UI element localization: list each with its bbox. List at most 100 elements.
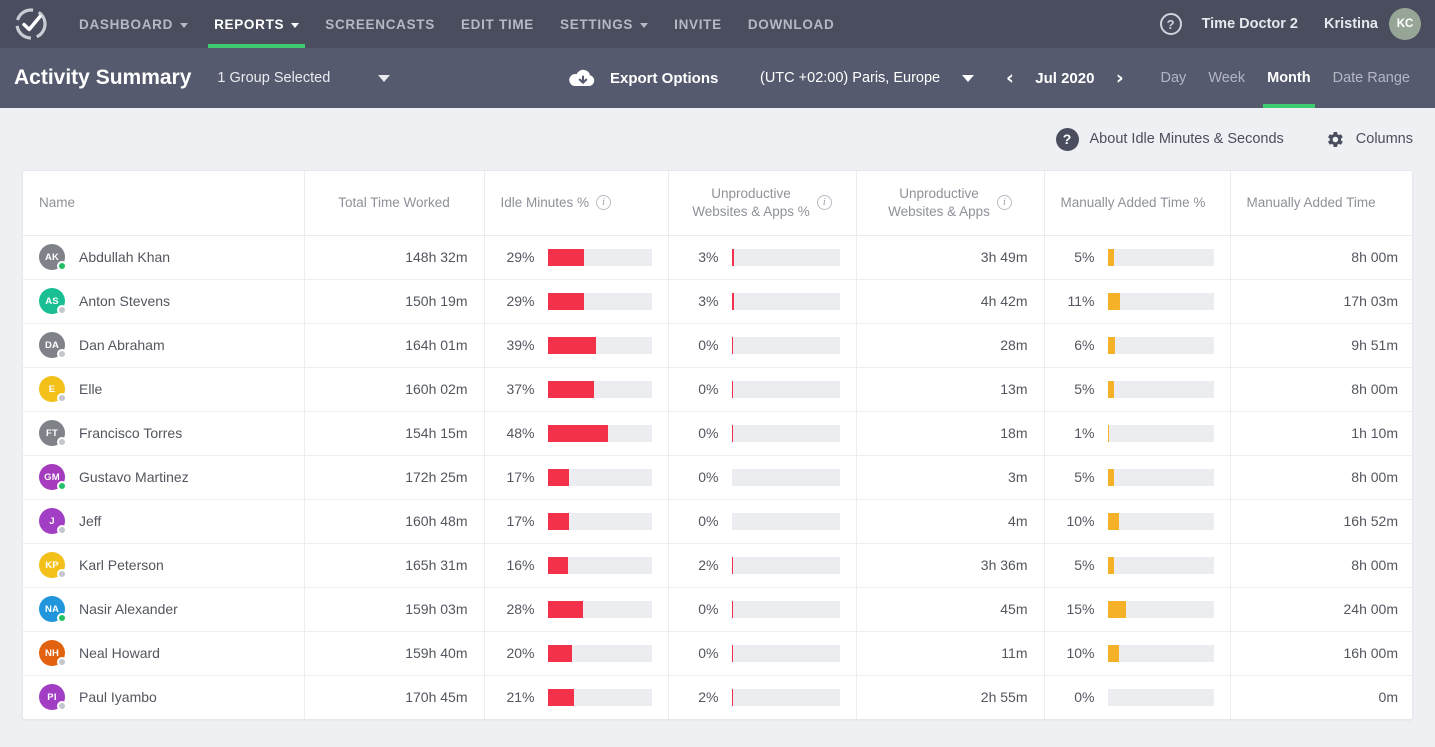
table-row[interactable]: PI Paul Iyambo 170h 45m 21% 2% 2h 55m — [23, 675, 1413, 719]
user-name-label[interactable]: Kristina — [1324, 16, 1378, 32]
unproductive-pct-value: 0% — [685, 513, 719, 529]
avatar[interactable]: AS — [39, 288, 65, 314]
column-header-idle-minutes-pct[interactable]: Idle Minutes % i — [484, 171, 668, 235]
nav-item-dashboard[interactable]: DASHBOARD — [66, 0, 201, 48]
tab-month[interactable]: Month — [1256, 48, 1321, 108]
avatar[interactable]: KP — [39, 552, 65, 578]
idle-pct-bar — [548, 689, 652, 706]
unproductive-pct-bar — [732, 293, 840, 310]
table-row[interactable]: FT Francisco Torres 154h 15m 48% 0% 18m — [23, 411, 1413, 455]
tab-day[interactable]: Day — [1150, 48, 1198, 108]
column-header-manually-added-time[interactable]: Manually Added Time — [1230, 171, 1413, 235]
column-header-unproductive-websites-apps[interactable]: Unproductive Websites & Apps i — [856, 171, 1044, 235]
unproductive-pct-bar-fill — [732, 381, 733, 398]
tab-date-range[interactable]: Date Range — [1322, 48, 1421, 108]
cell-manual-time: 8h 00m — [1230, 235, 1413, 279]
main-menu: DASHBOARD REPORTS SCREENCASTS EDIT TIME … — [66, 0, 847, 48]
manual-pct-bar-fill — [1108, 293, 1121, 310]
table-row[interactable]: AK Abdullah Khan 148h 32m 29% 3% 3h 49m — [23, 235, 1413, 279]
unproductive-pct-value: 0% — [685, 425, 719, 441]
help-icon[interactable]: ? — [1160, 13, 1182, 35]
nav-item-reports[interactable]: REPORTS — [201, 0, 312, 48]
manual-pct-bar — [1108, 337, 1214, 354]
status-badge — [57, 569, 67, 579]
avatar[interactable]: E — [39, 376, 65, 402]
time-doctor-logo-icon[interactable] — [14, 7, 48, 41]
nav-label: DASHBOARD — [79, 17, 173, 32]
manual-pct-bar-fill — [1108, 469, 1114, 486]
product-name-label[interactable]: Time Doctor 2 — [1202, 16, 1298, 32]
next-period-button[interactable]: › — [1108, 69, 1132, 88]
cell-total-time-worked: 165h 31m — [304, 543, 484, 587]
avatar[interactable]: FT — [39, 420, 65, 446]
cell-unproductive-time: 2h 55m — [856, 675, 1044, 719]
column-header-total-time-worked[interactable]: Total Time Worked — [304, 171, 484, 235]
avatar[interactable]: PI — [39, 684, 65, 710]
avatar[interactable]: NA — [39, 596, 65, 622]
cell-unproductive-pct: 3% — [668, 235, 856, 279]
cell-unproductive-time: 4h 42m — [856, 279, 1044, 323]
column-header-label: Idle Minutes % — [501, 194, 590, 212]
idle-pct-value: 37% — [501, 381, 535, 397]
table-row[interactable]: NH Neal Howard 159h 40m 20% 0% 11m — [23, 631, 1413, 675]
info-icon[interactable]: i — [817, 195, 832, 210]
nav-item-settings[interactable]: SETTINGS — [547, 0, 661, 48]
table-row[interactable]: DA Dan Abraham 164h 01m 39% 0% 28m — [23, 323, 1413, 367]
avatar[interactable]: AK — [39, 244, 65, 270]
table-header: Name Total Time Worked Idle Minutes % i … — [23, 171, 1413, 235]
info-icon[interactable]: i — [596, 195, 611, 210]
table-row[interactable]: KP Karl Peterson 165h 31m 16% 2% 3h 36m — [23, 543, 1413, 587]
nav-item-invite[interactable]: INVITE — [661, 0, 735, 48]
cell-name: AK Abdullah Khan — [23, 235, 304, 279]
user-name-label: Jeff — [79, 513, 101, 529]
timezone-dropdown[interactable]: (UTC +02:00) Paris, Europe — [760, 70, 974, 86]
cell-idle-minutes-pct: 29% — [484, 279, 668, 323]
cell-unproductive-pct: 0% — [668, 367, 856, 411]
table-row[interactable]: E Elle 160h 02m 37% 0% 13m 5% — [23, 367, 1413, 411]
avatar[interactable]: GM — [39, 464, 65, 490]
user-name-label: Abdullah Khan — [79, 249, 170, 265]
column-header-name[interactable]: Name — [23, 171, 304, 235]
cell-manual-pct: 5% — [1044, 367, 1230, 411]
column-header-unproductive-websites-apps-pct[interactable]: Unproductive Websites & Apps % i — [668, 171, 856, 235]
columns-button[interactable]: Columns — [1324, 129, 1413, 150]
manual-pct-bar — [1108, 513, 1214, 530]
cell-idle-minutes-pct: 16% — [484, 543, 668, 587]
user-name-label: Gustavo Martinez — [79, 469, 189, 485]
avatar[interactable]: DA — [39, 332, 65, 358]
idle-pct-bar-fill — [548, 425, 608, 442]
nav-item-edit-time[interactable]: EDIT TIME — [448, 0, 547, 48]
avatar[interactable]: KC — [1389, 8, 1421, 40]
export-options-button[interactable]: Export Options — [568, 67, 718, 89]
group-selector-dropdown[interactable]: 1 Group Selected — [217, 70, 390, 86]
current-period-label[interactable]: Jul 2020 — [1022, 70, 1108, 87]
table-row[interactable]: NA Nasir Alexander 159h 03m 28% 0% 45m — [23, 587, 1413, 631]
cell-unproductive-pct: 3% — [668, 279, 856, 323]
unproductive-pct-bar-fill — [732, 601, 733, 618]
unproductive-pct-bar-fill — [732, 689, 734, 706]
manual-pct-bar-fill — [1108, 381, 1114, 398]
cell-total-time-worked: 170h 45m — [304, 675, 484, 719]
info-icon[interactable]: i — [997, 195, 1012, 210]
column-header-manually-added-time-pct[interactable]: Manually Added Time % — [1044, 171, 1230, 235]
nav-item-download[interactable]: DOWNLOAD — [735, 0, 848, 48]
manual-pct-bar — [1108, 381, 1214, 398]
table-row[interactable]: AS Anton Stevens 150h 19m 29% 3% 4h 42m — [23, 279, 1413, 323]
cell-name: NA Nasir Alexander — [23, 587, 304, 631]
tab-week[interactable]: Week — [1197, 48, 1256, 108]
table-row[interactable]: GM Gustavo Martinez 172h 25m 17% 0% 3m — [23, 455, 1413, 499]
cell-idle-minutes-pct: 28% — [484, 587, 668, 631]
cell-unproductive-pct: 0% — [668, 499, 856, 543]
manual-pct-bar — [1108, 425, 1214, 442]
idle-pct-bar — [548, 381, 652, 398]
cell-name: J Jeff — [23, 499, 304, 543]
user-name-label: Francisco Torres — [79, 425, 182, 441]
nav-item-screencasts[interactable]: SCREENCASTS — [312, 0, 448, 48]
avatar[interactable]: NH — [39, 640, 65, 666]
cell-manual-pct: 1% — [1044, 411, 1230, 455]
activity-summary-table-container: Name Total Time Worked Idle Minutes % i … — [22, 170, 1413, 720]
table-row[interactable]: J Jeff 160h 48m 17% 0% 4m 10% — [23, 499, 1413, 543]
previous-period-button[interactable]: ‹ — [998, 69, 1022, 88]
about-idle-minutes-button[interactable]: ? About Idle Minutes & Seconds — [1056, 128, 1284, 151]
avatar[interactable]: J — [39, 508, 65, 534]
